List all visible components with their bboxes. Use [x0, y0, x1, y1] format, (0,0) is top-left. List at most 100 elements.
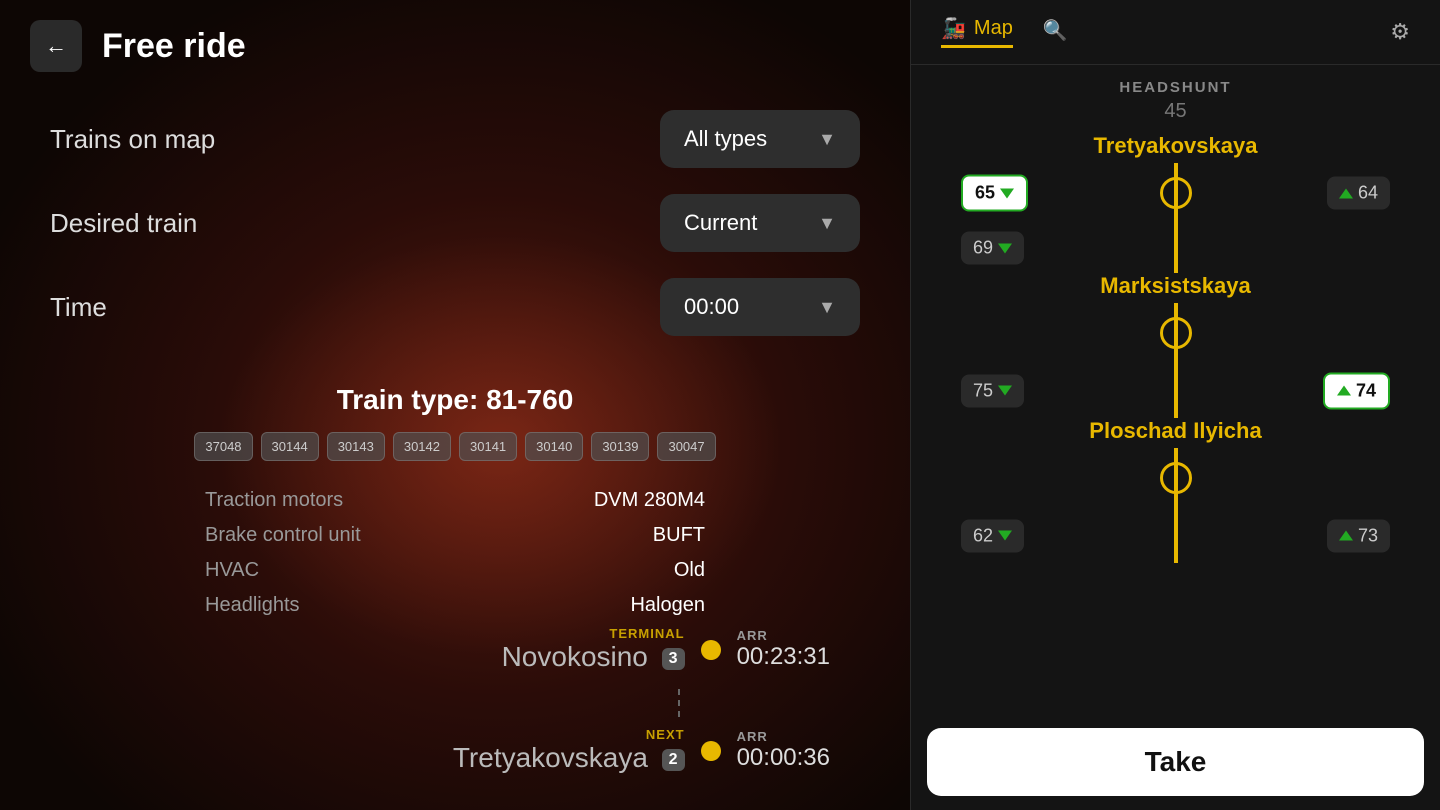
spec-row: HVAC Old [205, 559, 705, 582]
trains-on-map-value: All types [684, 126, 767, 152]
connector-marksistskaya-ploschad: 75 74 [931, 363, 1420, 418]
spec-key: Brake control unit [205, 524, 361, 547]
train-icon: 🚂 [941, 16, 966, 41]
track-64-badge: 64 [1327, 177, 1390, 210]
nav-tabs: 🚂 Map 🔍 [941, 16, 1068, 48]
spec-key: HVAC [205, 559, 259, 582]
take-button[interactable]: Take [927, 728, 1424, 796]
tab-map-label: Map [974, 17, 1013, 40]
terminal-type-label: TERMINAL [502, 626, 685, 641]
desired-train-row: Desired train Current ▼ [50, 186, 860, 260]
spec-key: Headlights [205, 594, 300, 617]
station-tretyakovskaya: Tretyakovskaya 65 64 [931, 133, 1420, 223]
next-station-name: Tretyakovskaya 2 [453, 742, 685, 774]
time-row: Time 00:00 ▼ [50, 270, 860, 344]
terminal-route-item: TERMINAL Novokosino 3 ARR 00:23:31 [80, 626, 830, 673]
page-title: Free ride [102, 27, 246, 66]
car-badge: 30143 [327, 432, 385, 461]
spec-key: Traction motors [205, 489, 343, 512]
terminal-badge: 3 [662, 648, 685, 670]
back-button[interactable]: ← [30, 20, 82, 72]
trains-on-map-dropdown[interactable]: All types ▼ [660, 110, 860, 168]
search-icon: 🔍 [1043, 18, 1068, 43]
connector-tretyakovskaya-marksistskaya: 69 [931, 223, 1420, 273]
left-panel: ← Free ride Trains on map All types ▼ De… [0, 0, 910, 810]
terminal-station-name: Novokosino 3 [502, 641, 685, 673]
station-marksistskaya: Marksistskaya [931, 273, 1420, 363]
arrow-down-icon [1000, 188, 1014, 198]
time-dropdown[interactable]: 00:00 ▼ [660, 278, 860, 336]
track-74-num: 74 [1356, 380, 1376, 401]
arrow-down-icon [998, 531, 1012, 541]
car-badge: 30047 [657, 432, 715, 461]
route-section: TERMINAL Novokosino 3 ARR 00:23:31 NEXT … [0, 626, 910, 790]
car-badge: 30142 [393, 432, 451, 461]
top-nav: 🚂 Map 🔍 ⚙ [911, 0, 1440, 65]
station-circle [1160, 317, 1192, 349]
track-62-num: 62 [973, 525, 993, 546]
trains-on-map-row: Trains on map All types ▼ [50, 102, 860, 176]
tab-search[interactable]: 🔍 [1043, 18, 1068, 47]
next-type-label: NEXT [453, 727, 685, 742]
car-badge: 30140 [525, 432, 583, 461]
terminal-meta: TERMINAL Novokosino 3 [502, 626, 685, 673]
time-value: 00:00 [684, 294, 739, 320]
specs-table: Traction motors DVM 280M4 Brake control … [0, 489, 910, 617]
train-type-label: Train type: 81-760 [0, 384, 910, 416]
next-route-item: NEXT Tretyakovskaya 2 ARR 00:00:36 [80, 727, 830, 774]
next-dot [701, 741, 721, 761]
car-badge: 30141 [459, 432, 517, 461]
trains-on-map-label: Trains on map [50, 124, 215, 155]
chevron-down-icon: ▼ [818, 297, 836, 318]
track-62-badge: 62 [961, 519, 1024, 552]
track-73-num: 73 [1358, 525, 1378, 546]
track-75-num: 75 [973, 380, 993, 401]
desired-train-label: Desired train [50, 208, 197, 239]
spec-value: DVM 280M4 [594, 489, 705, 512]
track-64-num: 64 [1358, 183, 1378, 204]
car-badge: 30144 [261, 432, 319, 461]
next-arr: ARR 00:00:36 [737, 729, 830, 772]
car-badge: 37048 [194, 432, 252, 461]
station-ploschad-ilyicha: Ploschad Ilyicha [931, 418, 1420, 508]
track-73-badge: 73 [1327, 519, 1390, 552]
header: ← Free ride [0, 0, 910, 92]
next-badge: 2 [662, 749, 685, 771]
station-circle [1160, 177, 1192, 209]
desired-train-dropdown[interactable]: Current ▼ [660, 194, 860, 252]
terminal-arr: ARR 00:23:31 [737, 628, 830, 671]
controls-section: Trains on map All types ▼ Desired train … [0, 92, 910, 364]
next-meta: NEXT Tretyakovskaya 2 [453, 727, 685, 774]
spec-row: Brake control unit BUFT [205, 524, 705, 547]
chevron-down-icon: ▼ [818, 129, 836, 150]
spec-value: Halogen [630, 594, 705, 617]
arrow-up-icon [1337, 386, 1351, 396]
back-icon: ← [45, 33, 67, 59]
arrow-up-icon [1339, 188, 1353, 198]
track-69-num: 69 [973, 238, 993, 259]
settings-button[interactable]: ⚙ [1390, 19, 1410, 45]
arrow-down-icon [998, 386, 1012, 396]
desired-train-value: Current [684, 210, 757, 236]
arr-label: ARR [737, 628, 768, 643]
take-button-container: Take [911, 714, 1440, 810]
station-name: Marksistskaya [931, 273, 1420, 299]
track-75-badge: 75 [961, 374, 1024, 407]
tab-map[interactable]: 🚂 Map [941, 16, 1013, 48]
train-info-section: Train type: 81-760 37048 30144 30143 301… [0, 384, 910, 617]
map-content: HEADSHUNT 45 Tretyakovskaya 65 [911, 65, 1440, 714]
terminal-dot [701, 640, 721, 660]
arrow-up-icon [1339, 531, 1353, 541]
station-circle [1160, 462, 1192, 494]
track-69-badge: 69 [961, 232, 1024, 265]
arrow-down-icon [998, 243, 1012, 253]
connector-after-ploschad: 62 73 [931, 508, 1420, 563]
spec-value: Old [674, 559, 705, 582]
arr-label: ARR [737, 729, 768, 744]
car-numbers-list: 37048 30144 30143 30142 30141 30140 3013… [0, 432, 910, 461]
spec-value: BUFT [653, 524, 705, 547]
station-name: Tretyakovskaya [931, 133, 1420, 159]
chevron-down-icon: ▼ [818, 213, 836, 234]
spec-row: Traction motors DVM 280M4 [205, 489, 705, 512]
station-name: Ploschad Ilyicha [931, 418, 1420, 444]
